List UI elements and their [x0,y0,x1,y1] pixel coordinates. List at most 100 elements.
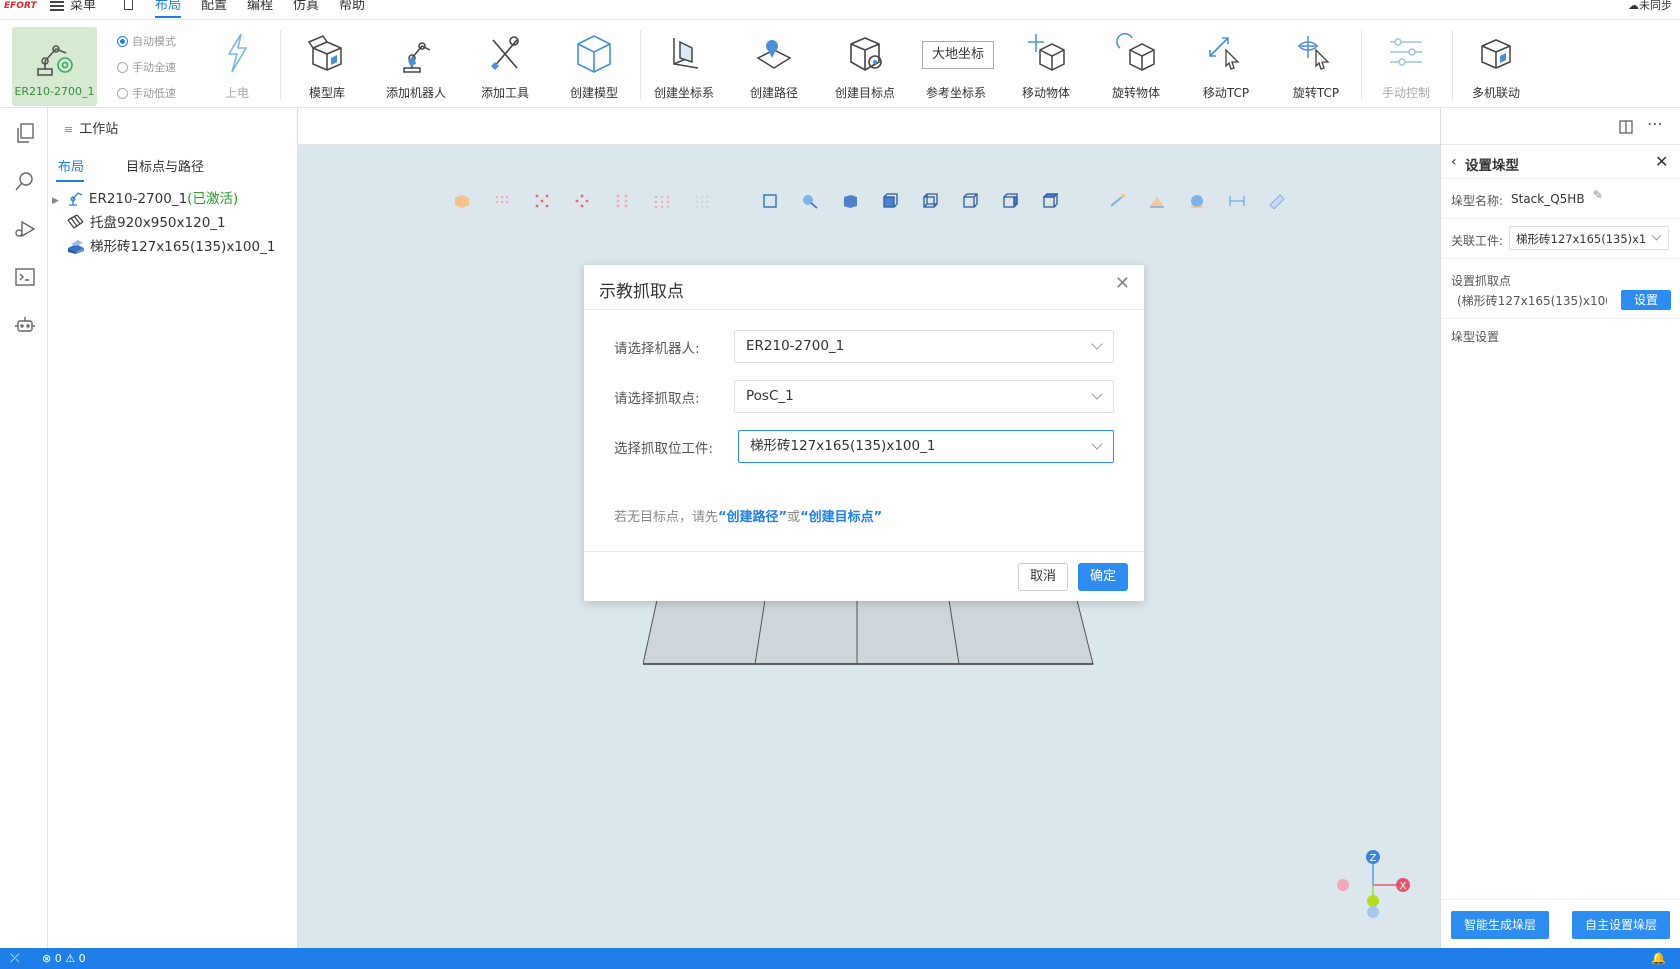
workpiece-select[interactable]: 梯形砖127x165(135)x1( [1509,226,1669,250]
view-right-icon[interactable] [1001,193,1019,209]
move-object-button[interactable]: 移动物体 [1006,30,1086,102]
pallet-model[interactable] [643,600,1103,680]
cancel-button[interactable]: 取消 [1018,563,1068,591]
terminal-icon[interactable] [14,266,36,288]
auto-generate-layers-button[interactable]: 智能生成垛层 [1451,911,1549,939]
set-grab-point-button[interactable]: 设置 [1621,290,1671,310]
view-iso-icon[interactable] [841,193,859,209]
power-on-button[interactable]: 上电 [197,30,277,102]
create-frame-button[interactable]: 创建坐标系 [644,30,724,102]
confirm-button[interactable]: 确定 [1078,563,1128,591]
split-view-icon[interactable] [1619,120,1633,134]
robot-icon[interactable] [14,314,36,336]
model-library-button[interactable]: 模型库 [287,30,367,102]
robot-arm-icon [403,42,431,73]
manual-control-button[interactable]: 手动控制 [1366,30,1446,102]
remote-icon[interactable]: ⤫ [10,948,20,969]
snap-center-icon[interactable] [613,193,631,209]
teach-grab-point-dialog: 示教抓取点 ✕ 请选择机器人: ER210-2700_1 请选择抓取点: Pos… [584,265,1144,601]
snap-vertex-icon[interactable] [533,193,551,209]
object-cube-icon[interactable] [453,193,471,209]
problems-indicator[interactable]: ⊗ 0 ⚠ 0 [42,948,86,969]
sync-status[interactable]: ☁未同步 [1628,0,1672,12]
edit-icon[interactable]: ✎ [1593,188,1603,202]
tree-item-brick[interactable]: 梯形砖127x165(135)x100_1 [66,236,275,258]
create-target-button[interactable]: 创建目标点 [825,30,905,102]
reference-frame-button[interactable]: 参考坐标系 [916,30,996,102]
ribbon-toolbar: ER210-2700_1 自动模式 手动全速 手动低速 上电 模型库 添加机器人… [0,20,1680,108]
expand-chevron-icon[interactable]: ▶ [52,196,59,206]
rotate-object-button[interactable]: 旋转物体 [1096,30,1176,102]
snap-grid-icon[interactable] [493,193,511,209]
multi-box-icon [1481,39,1511,69]
snap-face-icon[interactable] [653,193,671,209]
mode-auto-radio[interactable]: 自动模式 [117,34,176,50]
axis-z-label: Z [1370,853,1377,864]
back-icon[interactable]: ‹ [1451,154,1457,170]
select-box-icon[interactable] [761,193,779,209]
create-target-link[interactable]: “创建目标点” [800,510,882,525]
workpiece-select[interactable]: 梯形砖127x165(135)x100_1 [738,430,1114,463]
tab-targets-paths[interactable]: 目标点与路径 [126,156,204,175]
create-path-link[interactable]: “创建路径” [718,510,787,525]
grab-point-label: 设置抓取点 [1451,274,1512,288]
more-icon[interactable]: ⋯ [1647,114,1663,133]
bell-icon[interactable]: 🔔 [1651,948,1666,969]
measure-angle-icon[interactable] [1148,193,1166,209]
rotate-tcp-button[interactable]: 旋转TCP [1276,30,1356,102]
divider [1441,218,1680,219]
robot-select[interactable]: ER210-2700_1 [734,330,1114,363]
robot-tile[interactable]: ER210-2700_1 [12,27,97,106]
divider [1441,318,1680,319]
menu-item-menu[interactable]: 菜单 [70,0,96,18]
close-icon[interactable]: ✕ [1655,152,1668,171]
menu-item-simulate[interactable]: 仿真 [293,0,319,18]
menu-item-layout[interactable]: 布局 [155,0,182,18]
warning-icon: ⚠ [65,952,76,965]
axis-gizmo[interactable]: Z X [1333,845,1413,925]
explorer-icon[interactable] [14,122,36,144]
manual-set-layers-button[interactable]: 自主设置垛层 [1572,911,1670,939]
grab-point-value: (梯形砖127x165(135)x100_... [1457,294,1607,308]
tree-item-pallet[interactable]: 托盘920x950x120_1 [66,212,226,234]
hamburger-icon[interactable] [50,1,64,11]
mode-manual-low-radio[interactable]: 手动低速 [117,86,176,102]
run-debug-icon[interactable] [14,218,36,240]
view-top-icon[interactable] [1041,193,1059,209]
create-model-button[interactable]: 创建模型 [554,30,634,102]
menu-item-program[interactable]: 编程 [247,0,273,18]
menu-item-config[interactable]: 配置 [201,0,227,18]
view-front-icon[interactable] [881,193,899,209]
zoom-fit-icon[interactable] [801,193,819,209]
snap-local-icon[interactable] [693,193,711,209]
add-tool-button[interactable]: 添加工具 [465,30,545,102]
measure-distance-icon[interactable] [1228,193,1246,209]
view-back-icon[interactable] [921,193,939,209]
stack-name-value: Stack_Q5HB [1511,192,1585,206]
create-path-button[interactable]: 创建路径 [734,30,814,102]
add-robot-button[interactable]: 添加机器人 [376,30,456,102]
ruler-icon[interactable] [1268,193,1286,209]
snap-edge-icon[interactable] [573,193,591,209]
dialog-header: 示教抓取点 ✕ [584,265,1144,310]
mode-manual-full-radio[interactable]: 手动全速 [117,60,176,76]
status-bar: ⤫ ⊗ 0 ⚠ 0 🔔 [0,948,1680,969]
view-left-icon[interactable] [961,193,979,209]
grab-point-select[interactable]: PosC_1 [734,380,1114,413]
robot-arm-icon [68,192,83,206]
robot-label: 请选择机器人: [614,341,700,357]
document-icon[interactable] [124,0,133,10]
measure-diameter-icon[interactable] [1188,193,1206,209]
tab-layout[interactable]: 布局 [58,156,84,175]
close-icon[interactable]: ✕ [1115,275,1130,293]
cube-icon [577,35,611,73]
lightning-icon [227,33,248,73]
menu-item-help[interactable]: 帮助 [339,0,365,18]
pallet-icon [67,214,84,229]
move-tcp-button[interactable]: 移动TCP [1186,30,1266,102]
tree-item-robot[interactable]: ▶ ER210-2700_1(已激活) [52,188,238,210]
multi-robot-button[interactable]: 多机联动 [1456,30,1536,102]
activity-bar [0,108,48,948]
search-icon[interactable] [14,170,36,192]
measure-point-icon[interactable] [1108,193,1126,209]
